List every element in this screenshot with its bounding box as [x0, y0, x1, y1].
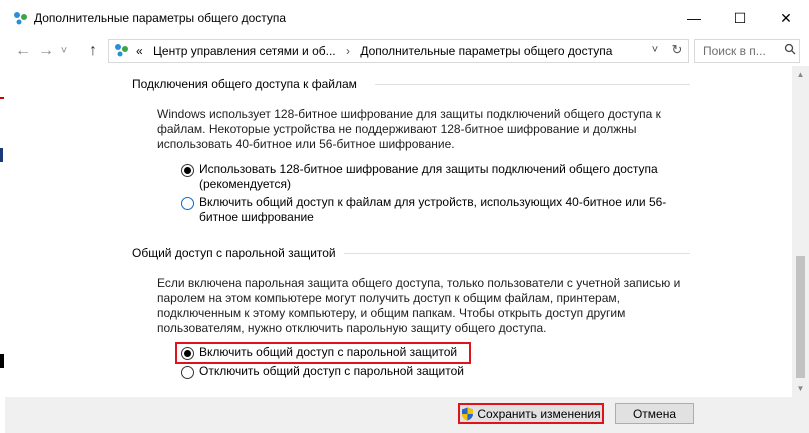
radio-enable-password-protection[interactable]: Включить общий доступ с парольной защито…: [181, 345, 679, 360]
footer-bar: Сохранить изменения Отмена: [5, 397, 809, 433]
radio-label: Включить общий доступ к файлам для устро…: [199, 195, 667, 224]
save-changes-button[interactable]: Сохранить изменения: [458, 403, 604, 424]
scroll-thumb[interactable]: [796, 256, 805, 378]
maximize-button[interactable]: ☐: [717, 0, 763, 36]
scroll-up-icon[interactable]: ▲: [792, 66, 809, 83]
up-icon[interactable]: ↑: [82, 41, 104, 61]
background-mark: [0, 148, 3, 162]
minimize-button[interactable]: —: [671, 0, 717, 36]
breadcrumb-overflow-icon[interactable]: «: [136, 44, 143, 58]
section-description: Windows использует 128-битное шифрование…: [157, 107, 661, 151]
radio-128bit-encryption[interactable]: Использовать 128-битное шифрование для з…: [181, 162, 679, 192]
radio-label: Отключить общий доступ с парольной защит…: [199, 364, 464, 378]
window: Дополнительные параметры общего доступа …: [5, 0, 809, 433]
breadcrumb-separator-icon[interactable]: ›: [339, 44, 357, 58]
radio-label: Использовать 128-битное шифрование для з…: [199, 162, 658, 191]
radio-button[interactable]: [181, 366, 194, 379]
background-mark: [0, 354, 4, 368]
network-icon: [14, 12, 27, 25]
network-icon: [115, 44, 128, 57]
background-mark: [0, 97, 4, 99]
uac-shield-icon: [462, 407, 474, 420]
section-heading-password-protection: Общий доступ с парольной защитой: [132, 246, 336, 260]
vertical-scrollbar[interactable]: ▲ ▼: [792, 66, 809, 397]
navigation-bar: ← → ˅ ↑ « Центр управления сетями и об..…: [5, 36, 809, 66]
breadcrumb: « Центр управления сетями и об... › Допо…: [136, 44, 612, 58]
radio-button[interactable]: [181, 197, 194, 210]
cancel-button[interactable]: Отмена: [615, 403, 694, 424]
radio-button-selected[interactable]: [181, 164, 194, 177]
recent-locations-icon[interactable]: ˅: [57, 41, 71, 61]
chevron-down-icon[interactable]: ˅: [647, 42, 663, 58]
save-changes-label: Сохранить изменения: [477, 406, 601, 421]
section-heading-file-sharing: Подключения общего доступа к файлам: [132, 77, 357, 91]
title-bar: Дополнительные параметры общего доступа …: [5, 0, 809, 36]
search-icon: [784, 43, 796, 55]
radio-40-56bit-encryption[interactable]: Включить общий доступ к файлам для устро…: [181, 195, 679, 225]
window-title: Дополнительные параметры общего доступа: [34, 11, 287, 25]
cancel-label: Отмена: [632, 406, 677, 421]
section-description: Если включена парольная защита общего до…: [157, 276, 681, 335]
search-input[interactable]: Поиск в п...: [694, 39, 800, 63]
settings-content: Подключения общего доступа к файлам Wind…: [5, 66, 792, 397]
scroll-down-icon[interactable]: ▼: [792, 380, 809, 397]
address-bar[interactable]: « Центр управления сетями и об... › Допо…: [108, 39, 689, 63]
breadcrumb-item-network-center[interactable]: Центр управления сетями и об...: [153, 44, 336, 58]
section-divider: [344, 253, 690, 254]
back-icon[interactable]: ←: [12, 41, 34, 61]
radio-label: Включить общий доступ с парольной защито…: [199, 345, 458, 359]
refresh-icon[interactable]: ↻: [668, 42, 686, 58]
search-placeholder: Поиск в п...: [703, 44, 766, 58]
radio-button-selected[interactable]: [181, 347, 194, 360]
section-divider: [375, 84, 690, 85]
forward-icon[interactable]: →: [35, 41, 57, 61]
radio-disable-password-protection[interactable]: Отключить общий доступ с парольной защит…: [181, 364, 679, 379]
close-button[interactable]: ✕: [763, 0, 809, 36]
breadcrumb-item-current[interactable]: Дополнительные параметры общего доступа: [360, 44, 612, 58]
